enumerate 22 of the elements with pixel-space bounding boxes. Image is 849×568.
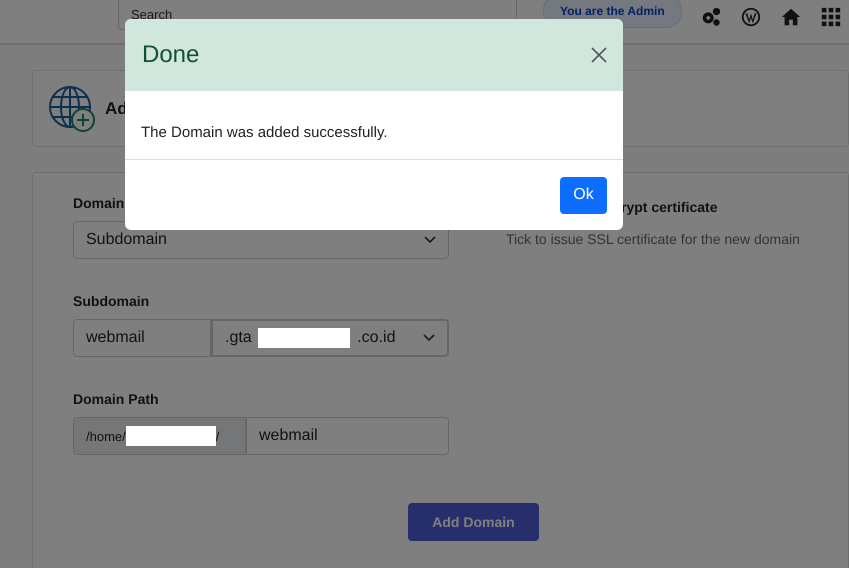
field-label: Domain	[73, 195, 126, 211]
dialog-title: Done	[142, 41, 200, 69]
domain-suffix: .gta	[225, 329, 252, 347]
add-domain-button[interactable]: Add Domain	[408, 503, 539, 541]
path-field[interactable]: webmail	[246, 417, 449, 455]
dialog-message: The Domain was added successfully.	[125, 91, 623, 160]
path-text: /	[216, 428, 220, 444]
field-label: Subdomain	[73, 293, 150, 309]
subdomain-field[interactable]: webmail	[73, 319, 211, 357]
home-icon[interactable]	[780, 6, 802, 28]
grid-icon[interactable]	[820, 6, 842, 28]
ssl-hint: Tick to issue SSL certificate for the new domain	[506, 231, 800, 247]
chevron-icon	[423, 334, 435, 342]
ok-button[interactable]: Ok	[560, 176, 607, 214]
close-button[interactable]	[591, 47, 607, 63]
wordpress-icon[interactable]	[740, 6, 762, 28]
domain-select[interactable]: .gta .co.id	[211, 319, 449, 357]
field-label: Domain Path	[73, 391, 160, 407]
domain-suffix: .co.id	[357, 329, 396, 347]
path-text: /home/	[86, 428, 126, 444]
chevron-icon	[424, 236, 436, 244]
globe-plus-icon	[47, 84, 97, 134]
